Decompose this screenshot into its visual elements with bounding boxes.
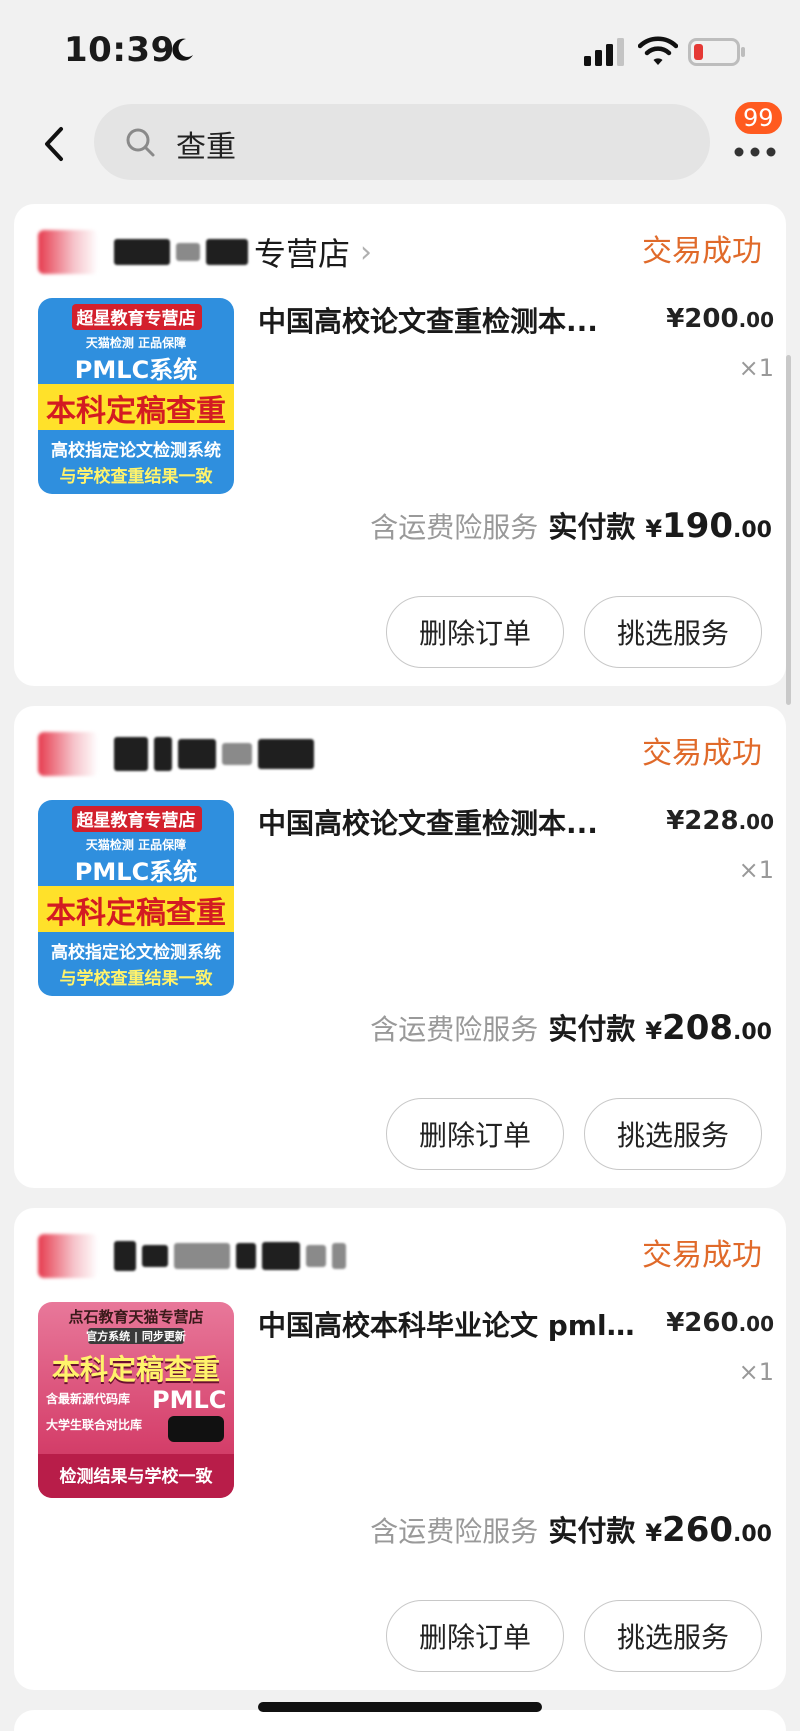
select-service-button[interactable]: 挑选服务 — [584, 596, 762, 668]
delete-order-button[interactable]: 删除订单 — [386, 1600, 564, 1672]
shop-name-redacted — [114, 737, 314, 771]
payment-summary: 含运费险服务 实付款 ¥208.00 — [370, 1006, 772, 1048]
product-price: ¥260.00 — [666, 1308, 774, 1338]
shop-logo — [38, 230, 98, 274]
product-image[interactable]: 点石教育天猫专营店 官方系统 | 同步更新 本科定稿查重 含最新源代码库 PML… — [38, 1302, 234, 1498]
search-query: 查重 — [176, 130, 236, 165]
paid-label: 实付款 — [548, 1514, 636, 1548]
paid-amount: ¥208.00 — [645, 1008, 772, 1048]
notification-badge: 99 — [733, 100, 784, 136]
chevron-right-icon: › — [360, 234, 373, 270]
shop-header[interactable] — [38, 1226, 458, 1286]
select-service-button[interactable]: 挑选服务 — [584, 1098, 762, 1170]
wifi-icon — [638, 36, 678, 65]
select-service-button[interactable]: 挑选服务 — [584, 1600, 762, 1672]
search-header: 查重 99 — [0, 100, 800, 190]
product-title[interactable]: 中国高校论文查重检测本... — [258, 802, 638, 842]
delete-order-button[interactable]: 删除订单 — [386, 596, 564, 668]
payment-summary: 含运费险服务 实付款 ¥260.00 — [370, 1508, 772, 1550]
shipping-insurance-note: 含运费险服务 — [370, 1013, 539, 1046]
delete-order-button[interactable]: 删除订单 — [386, 1098, 564, 1170]
moon-icon — [172, 38, 193, 61]
cellular-signal-icon — [584, 38, 624, 66]
order-status: 交易成功 — [642, 736, 762, 771]
product-title[interactable]: 中国高校论文查重检测本... — [258, 300, 638, 340]
product-image[interactable]: 超星教育专营店 天猫检测 正品保障 PMLC系统 本科定稿查重 高校指定论文检测… — [38, 298, 234, 494]
scrollbar[interactable] — [786, 355, 791, 705]
paid-label: 实付款 — [548, 510, 636, 544]
product-quantity: ×1 — [738, 856, 774, 884]
status-bar: 10:39 — [0, 0, 800, 100]
shop-logo — [38, 732, 98, 776]
search-icon — [126, 128, 155, 157]
order-card[interactable]: 交易成功 超星教育专营店 天猫检测 正品保障 PMLC系统 本科定稿查重 高校指… — [14, 706, 786, 1188]
order-card[interactable]: 交易成功 点石教育天猫专营店 官方系统 | 同步更新 本科定稿查重 含最新源代码… — [14, 1208, 786, 1690]
battery-low-icon — [688, 38, 745, 66]
shop-name-redacted — [114, 1241, 346, 1271]
shop-logo — [38, 1234, 98, 1278]
product-image[interactable]: 超星教育专营店 天猫检测 正品保障 PMLC系统 本科定稿查重 高校指定论文检测… — [38, 800, 234, 996]
chevron-left-icon — [45, 127, 63, 161]
product-price: ¥200.00 — [666, 304, 774, 334]
shop-header[interactable] — [38, 724, 458, 784]
status-time: 10:39 — [64, 30, 175, 70]
shipping-insurance-note: 含运费险服务 — [370, 1515, 539, 1548]
shop-name-redacted — [114, 239, 248, 265]
paid-amount: ¥190.00 — [645, 506, 772, 546]
shop-name: 专营店 — [254, 235, 351, 273]
paid-amount: ¥260.00 — [645, 1510, 772, 1550]
product-quantity: ×1 — [738, 1358, 774, 1386]
product-price: ¥228.00 — [666, 806, 774, 836]
order-status: 交易成功 — [642, 234, 762, 269]
shipping-insurance-note: 含运费险服务 — [370, 511, 539, 544]
product-title[interactable]: 中国高校本科毕业论文 pml... — [258, 1304, 638, 1344]
product-quantity: ×1 — [738, 354, 774, 382]
shop-header[interactable]: 专营店 › — [38, 222, 458, 282]
paid-label: 实付款 — [548, 1012, 636, 1046]
search-input[interactable]: 查重 — [94, 104, 710, 180]
order-card[interactable]: 专营店 › 交易成功 超星教育专营店 天猫检测 正品保障 PMLC系统 本科定稿… — [14, 204, 786, 686]
payment-summary: 含运费险服务 实付款 ¥190.00 — [370, 504, 772, 546]
next-order-card-peek — [14, 1710, 786, 1731]
order-status: 交易成功 — [642, 1238, 762, 1273]
back-button[interactable] — [34, 120, 74, 168]
home-indicator[interactable] — [258, 1702, 542, 1712]
